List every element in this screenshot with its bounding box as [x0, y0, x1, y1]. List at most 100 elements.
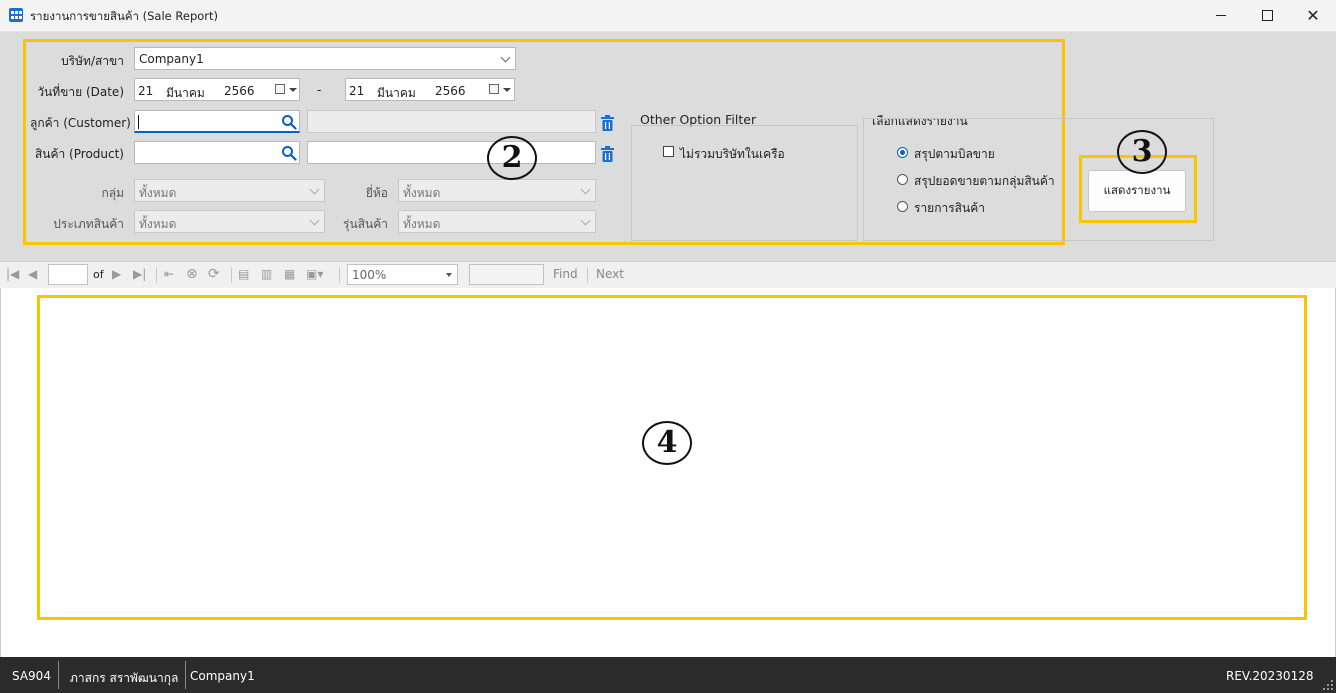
group-value: ทั้งหมด [139, 186, 177, 200]
status-revision: REV.20230128 [1226, 669, 1314, 683]
search-icon[interactable] [281, 145, 297, 161]
radio-product-list-label[interactable]: รายการสินค้า [914, 199, 985, 218]
radio-summary-by-bill-label[interactable]: สรุปตามบิลขาย [914, 145, 995, 164]
brand-label: ยี่ห้อ [365, 186, 388, 200]
page-of-label: of [93, 268, 104, 281]
chevron-down-icon [500, 52, 511, 63]
zoom-value: 100% [352, 268, 387, 282]
group-select[interactable]: ทั้งหมด [134, 179, 325, 202]
marker-3: 3 [1117, 130, 1167, 174]
type-value: ทั้งหมด [139, 217, 177, 231]
page-setup-icon[interactable]: ▦ [284, 267, 295, 281]
show-report-button[interactable]: แสดงรายงาน [1088, 170, 1186, 212]
status-user: ภาสกร สราพัฒนากุล [70, 671, 179, 685]
chevron-down-icon [309, 184, 320, 195]
close-button[interactable]: ✕ [1290, 0, 1336, 31]
date-from-month: มีนาคม [166, 86, 205, 100]
company-value: Company1 [139, 52, 204, 66]
filter-panel: บริษัท/สาขา Company1 วันที่ขาย (Date) 21… [0, 32, 1336, 261]
last-page-icon[interactable]: ▶| [133, 267, 146, 281]
product-label: สินค้า (Product) [34, 147, 124, 161]
type-select[interactable]: ทั้งหมด [134, 210, 325, 233]
zoom-select[interactable]: 100% [347, 264, 458, 285]
refresh-icon[interactable]: ⟳ [208, 266, 220, 282]
date-label: วันที่ขาย (Date) [37, 85, 124, 99]
date-to-day: 21 [349, 84, 365, 98]
exclude-affiliates-label[interactable]: ไม่รวมบริษัทในเครือ [680, 145, 785, 164]
next-button[interactable]: Next [596, 267, 624, 281]
show-report-button-label: แสดงรายงาน [1103, 183, 1171, 197]
customer-name-display [307, 110, 596, 133]
minimize-icon [1216, 15, 1226, 16]
search-icon[interactable] [281, 114, 297, 130]
export-icon[interactable]: ▣▾ [306, 267, 323, 281]
customer-label: ลูกค้า (Customer) [30, 116, 131, 130]
other-option-group [631, 125, 858, 241]
product-name-input[interactable] [307, 141, 596, 164]
model-select[interactable]: ทั้งหมด [398, 210, 596, 233]
customer-code-input[interactable] [134, 110, 300, 133]
date-to-year: 2566 [435, 84, 466, 98]
trash-icon[interactable] [601, 115, 614, 131]
radio-summary-by-group[interactable] [897, 174, 908, 185]
date-to-month: มีนาคม [377, 86, 416, 100]
first-page-icon[interactable]: |◀ [6, 267, 19, 281]
resize-grip-icon[interactable] [1322, 679, 1334, 691]
group-label: กลุ่ม [101, 186, 124, 200]
status-separator [58, 661, 59, 689]
calendar-icon[interactable] [275, 84, 285, 94]
trash-icon[interactable] [601, 146, 614, 162]
company-label: บริษัท/สาขา [61, 54, 124, 68]
print-icon[interactable]: ▤ [238, 267, 249, 281]
date-from-day: 21 [138, 84, 154, 98]
close-icon: ✕ [1306, 6, 1320, 25]
toolbar-separator [156, 267, 157, 283]
radio-product-list[interactable] [897, 201, 908, 212]
minimize-button[interactable] [1198, 0, 1244, 31]
type-label: ประเภทสินค้า [53, 217, 124, 231]
next-page-icon[interactable]: ▶ [112, 267, 121, 281]
brand-select[interactable]: ทั้งหมด [398, 179, 596, 202]
chevron-down-icon [580, 215, 591, 226]
window-title: รายงานการขายสินค้า (Sale Report) [30, 9, 219, 23]
chevron-down-icon [446, 273, 452, 277]
find-button[interactable]: Find [553, 267, 578, 281]
find-input[interactable] [469, 264, 544, 285]
prev-page-icon[interactable]: ◀ [28, 267, 37, 281]
company-select[interactable]: Company1 [134, 47, 516, 70]
dropdown-arrow-icon [503, 88, 511, 92]
back-icon[interactable]: ⇤ [164, 267, 174, 281]
model-value: ทั้งหมด [403, 217, 441, 231]
marker-2: 2 [487, 136, 537, 180]
status-code: SA904 [12, 669, 51, 683]
toolbar-separator [587, 267, 588, 283]
status-separator [185, 661, 186, 689]
brand-value: ทั้งหมด [403, 186, 441, 200]
app-icon [9, 8, 23, 22]
date-from-picker[interactable]: 21 มีนาคม 2566 [134, 78, 300, 101]
marker-4: 4 [642, 421, 692, 465]
status-company: Company1 [190, 669, 255, 683]
chevron-down-icon [309, 215, 320, 226]
title-bar: รายงานการขายสินค้า (Sale Report) ✕ [0, 0, 1336, 32]
maximize-icon [1261, 10, 1273, 21]
product-code-input[interactable] [134, 141, 300, 164]
stop-icon[interactable]: ⊗ [186, 266, 198, 282]
dropdown-arrow-icon [289, 88, 297, 92]
page-number-input[interactable] [48, 264, 88, 285]
report-viewer: 4 [0, 288, 1336, 657]
date-to-picker[interactable]: 21 มีนาคม 2566 [345, 78, 515, 101]
status-bar: SA904 ภาสกร สราพัฒนากุล Company1 REV.202… [0, 657, 1336, 693]
toolbar-separator [339, 267, 340, 283]
calendar-icon[interactable] [489, 84, 499, 94]
chevron-down-icon [580, 184, 591, 195]
text-cursor [138, 115, 139, 129]
report-toolbar: |◀ ◀ of ▶ ▶| ⇤ ⊗ ⟳ ▤ ▥ ▦ ▣▾ 100% Find Ne… [0, 261, 1336, 289]
radio-summary-by-bill[interactable] [897, 147, 908, 158]
print-layout-icon[interactable]: ▥ [261, 267, 272, 281]
exclude-affiliates-checkbox[interactable] [663, 146, 674, 157]
maximize-button[interactable] [1244, 0, 1290, 31]
model-label: รุ่นสินค้า [343, 217, 388, 231]
date-separator: - [317, 83, 322, 97]
radio-summary-by-group-label[interactable]: สรุปยอดขายตามกลุ่มสินค้า [914, 172, 1055, 191]
